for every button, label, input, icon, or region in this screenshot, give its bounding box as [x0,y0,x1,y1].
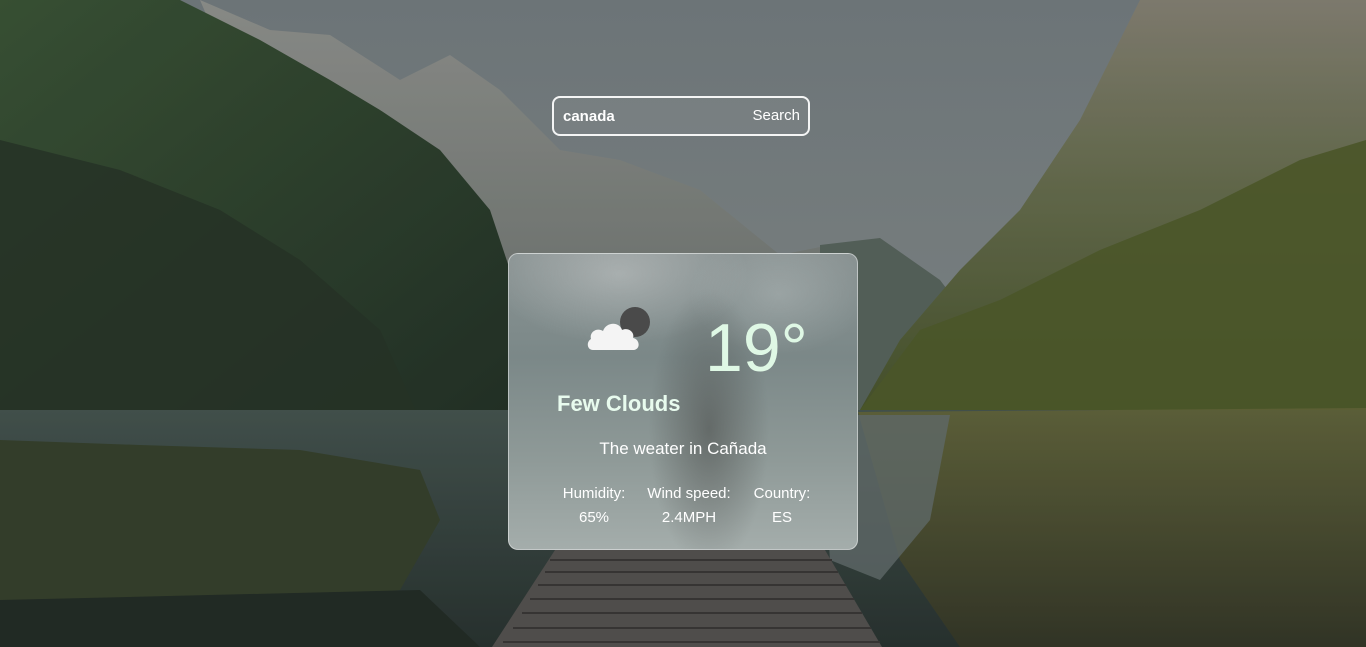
weather-condition: Few Clouds [557,391,681,416]
wind-speed-stat: Wind speed: 2.4MPH [635,482,743,530]
country-stat: Country: ES [743,482,821,530]
wind-speed-label: Wind speed: [647,485,731,502]
search-bar: Search [552,96,810,136]
country-value: ES [771,509,792,526]
humidity-label: Humidity: [562,485,626,502]
temperature-value: 19° [705,310,808,386]
country-label: Country: [753,485,811,502]
humidity-stat: Humidity: 65% [553,482,635,530]
wind-speed-value: 2.4MPH [661,509,717,526]
humidity-value: 65% [578,509,610,526]
search-input[interactable] [554,98,747,134]
few-clouds-icon [587,307,650,350]
search-button[interactable]: Search [746,98,808,134]
weather-stats: Humidity: 65% Wind speed: 2.4MPH Country… [553,482,821,530]
location-text: The weater in Cañada [599,439,767,458]
weather-card: 19° Few Clouds The weater in Cañada Humi… [508,253,858,550]
